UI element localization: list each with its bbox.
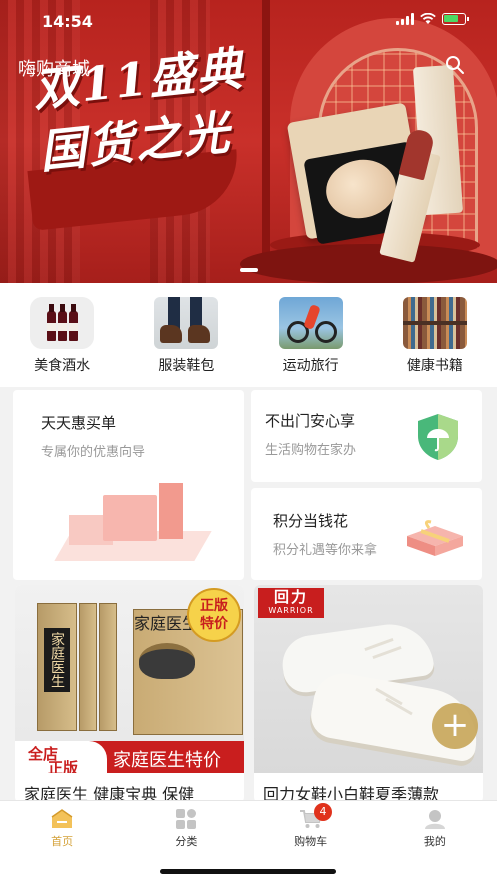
category-label: 美食酒水 bbox=[34, 358, 91, 374]
herbal-pot-image bbox=[139, 643, 195, 679]
battery-level bbox=[444, 15, 458, 22]
wifi-icon bbox=[420, 13, 436, 24]
brand-logo: 回力 WARRIOR bbox=[258, 588, 324, 618]
tab-label: 我的 bbox=[423, 835, 446, 848]
book: 家庭医生 bbox=[37, 603, 77, 731]
tab-home[interactable]: 首页 bbox=[0, 801, 124, 883]
wine-bottles-image bbox=[30, 297, 95, 349]
shopping-city-illustration bbox=[54, 475, 213, 570]
gift-box-icon bbox=[407, 520, 463, 556]
home-indicator bbox=[160, 869, 336, 874]
umbrella-shield-icon bbox=[418, 414, 458, 460]
product-image: 回力 WARRIOR + bbox=[254, 585, 483, 773]
product-image: 家庭医生 家庭医生 正版 特价 全店 正版 家庭医生特价 bbox=[15, 585, 244, 773]
signal-icon bbox=[396, 13, 414, 25]
product-card[interactable]: 家庭医生 家庭医生 正版 特价 全店 正版 家庭医生特价 家庭医生 健康宝典 保健 bbox=[15, 585, 244, 803]
search-icon[interactable] bbox=[444, 54, 466, 76]
book bbox=[99, 603, 117, 731]
bookshelf-image bbox=[402, 297, 467, 349]
tab-profile[interactable]: 我的 bbox=[373, 801, 497, 883]
tab-label: 首页 bbox=[51, 835, 74, 848]
cart-count-badge: 4 bbox=[314, 803, 332, 821]
promo-card-points[interactable]: 积分当钱花 积分礼遇等你来拿 bbox=[251, 488, 482, 580]
strip-tag: 正版 bbox=[48, 759, 79, 773]
battery-icon bbox=[442, 13, 469, 25]
status-icons bbox=[396, 13, 469, 25]
category-clothing-shoes[interactable]: 服装鞋包 bbox=[141, 297, 231, 387]
promo-banner[interactable]: 双11盛典 国货之光 14:54 嗨购商城 bbox=[0, 0, 497, 283]
category-food-drinks[interactable]: 美食酒水 bbox=[17, 297, 107, 387]
book bbox=[79, 603, 97, 731]
frame-decoration bbox=[262, 0, 270, 260]
category-label: 健康书籍 bbox=[406, 358, 463, 374]
app-title: 嗨购商城 bbox=[18, 59, 90, 80]
cyclist-image bbox=[278, 297, 343, 349]
carousel-indicator bbox=[240, 268, 258, 272]
genuine-special-badge: 正版 特价 bbox=[187, 588, 241, 642]
promo-title: 天天惠买单 bbox=[41, 414, 117, 432]
strip-text: 家庭医生特价 bbox=[113, 750, 221, 771]
leather-boots-image bbox=[154, 297, 219, 349]
add-to-cart-button[interactable]: + bbox=[432, 703, 478, 749]
user-icon bbox=[424, 810, 445, 829]
stage-decoration bbox=[240, 244, 497, 283]
category-label: 服装鞋包 bbox=[158, 358, 215, 374]
promo-subtitle: 专属你的优惠向导 bbox=[41, 445, 146, 460]
tab-label: 购物车 bbox=[294, 835, 328, 848]
home-icon bbox=[51, 809, 73, 828]
category-sports-travel[interactable]: 运动旅行 bbox=[266, 297, 356, 387]
category-health-books[interactable]: 健康书籍 bbox=[390, 297, 480, 387]
category-label: 运动旅行 bbox=[282, 358, 339, 374]
grid-icon bbox=[176, 809, 197, 829]
promo-card-deals[interactable]: 天天惠买单 专属你的优惠向导 bbox=[13, 390, 244, 580]
tab-label: 分类 bbox=[175, 835, 198, 848]
product-card[interactable]: 回力 WARRIOR + 回力女鞋小白鞋夏季薄款 bbox=[254, 585, 483, 803]
promo-card-home-service[interactable]: 不出门安心享 生活购物在家办 bbox=[251, 390, 482, 482]
status-time: 14:54 bbox=[42, 12, 93, 31]
category-row: 美食酒水 服装鞋包 运动旅行 健康书籍 bbox=[0, 283, 497, 387]
